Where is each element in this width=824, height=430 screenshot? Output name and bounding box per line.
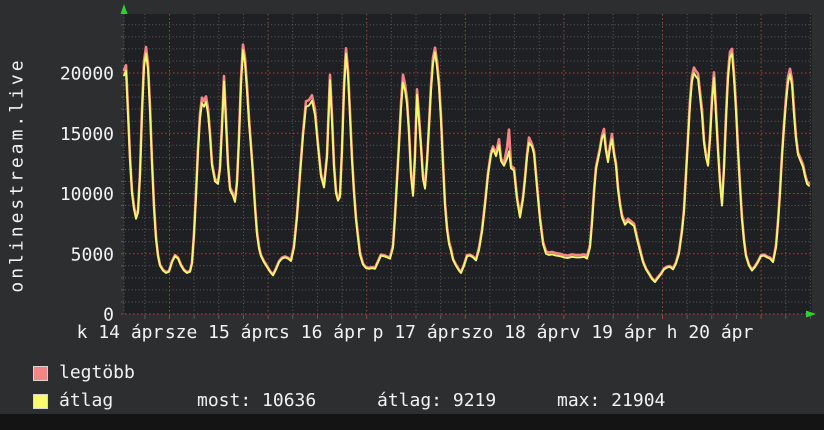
y-axis-arrow-icon [120,4,128,14]
stat-max: max: 21904 [557,390,666,411]
y-axis-label: 20000 [60,64,114,85]
x-axis-day-label: p 17 ápr [373,322,460,343]
legend-label-legtobb: legtöbb [59,362,135,383]
legend-row-legtobb: legtöbb [33,364,135,382]
x-axis-day-label: szo 18 ápr [461,322,570,343]
stat-most: most: 10636 [197,390,317,411]
graph-screen: 0 5000 10000 15000 20000 k 14 ápr sze 15 ápr cs… [0,0,824,430]
y-axis-label: 15000 [60,124,114,145]
x-axis-day-label: sze 15 ápr [165,322,274,343]
legtobb-swatch-icon [33,365,48,381]
bottom-band [0,414,824,430]
y-axis-label: 10000 [60,184,114,205]
x-axis-day-label: h 20 ápr [667,322,754,343]
x-axis-day-label: k 14 ápr [77,322,164,343]
legend-label-atlag: átlag [59,390,114,411]
y-axis-title: onlinestream.live [6,57,28,293]
x-axis-day-label: cs 16 ápr [268,322,366,343]
stat-atlag: átlag: 9219 [377,390,497,411]
atlag-swatch-icon [33,393,48,409]
y-axis-label: 5000 [71,244,114,265]
legend-row-atlag: átlag [33,392,113,410]
x-axis-day-label: v 19 ápr [570,322,657,343]
